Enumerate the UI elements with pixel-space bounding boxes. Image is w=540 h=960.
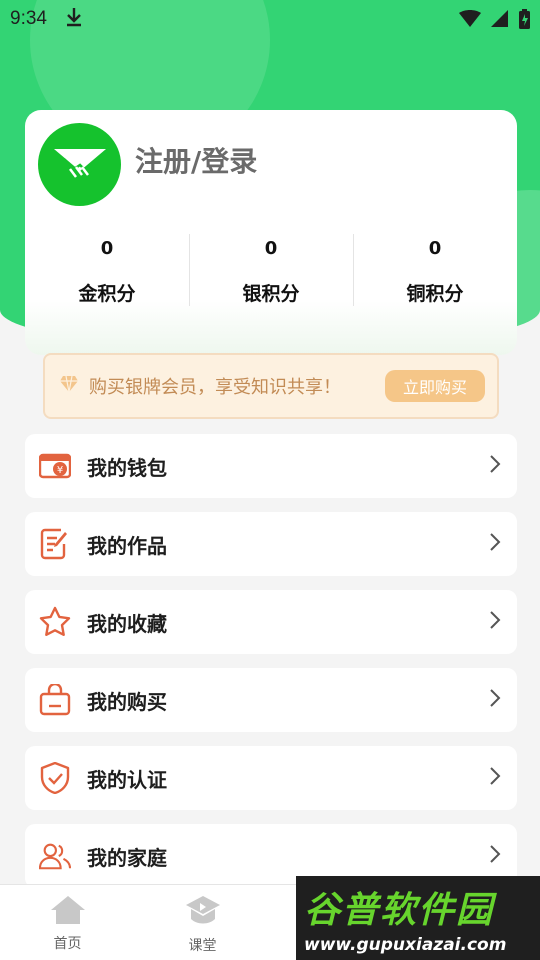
points-gold-value: 0 xyxy=(100,238,114,259)
menu-label: 我的认证 xyxy=(87,767,167,792)
chevron-right-icon xyxy=(489,844,501,868)
download-icon xyxy=(65,7,83,32)
nav-label: 首页 xyxy=(53,936,82,952)
points-row: 0 金积分 0 银积分 0 铜积分 xyxy=(25,230,517,310)
status-bar: 9:34 xyxy=(0,0,540,38)
points-copper-value: 0 xyxy=(428,238,442,259)
chevron-right-icon xyxy=(489,532,501,556)
status-time: 9:34 xyxy=(10,8,47,29)
handshake-icon xyxy=(53,148,106,178)
menu-label: 我的购买 xyxy=(87,689,167,714)
points-copper-label: 铜积分 xyxy=(406,283,464,305)
menu-label: 我的家庭 xyxy=(87,845,167,870)
menu-item-verification[interactable]: 我的认证 xyxy=(25,746,517,810)
menu-label: 我的作品 xyxy=(87,533,167,558)
points-copper[interactable]: 0 铜积分 xyxy=(353,230,517,310)
menu-label: 我的钱包 xyxy=(87,455,167,480)
shopping-bag-icon xyxy=(39,684,71,716)
home-icon xyxy=(50,895,86,929)
profile-card: 注册/登录 0 金积分 0 银积分 0 铜积分 xyxy=(25,110,517,355)
classroom-icon xyxy=(185,895,221,931)
svg-text:¥: ¥ xyxy=(57,465,63,476)
diamond-icon xyxy=(59,375,79,397)
shield-check-icon xyxy=(39,762,71,794)
menu-item-favorites[interactable]: 我的收藏 xyxy=(25,590,517,654)
watermark-url: www.gupuxiazai.com xyxy=(304,935,507,955)
document-edit-icon xyxy=(39,528,71,560)
watermark-title: 谷普软件园 xyxy=(304,890,495,931)
chevron-right-icon xyxy=(489,766,501,790)
points-silver-value: 0 xyxy=(264,238,278,259)
star-icon xyxy=(39,606,71,638)
nav-item-home[interactable]: 首页 xyxy=(0,885,135,960)
points-gold[interactable]: 0 金积分 xyxy=(25,230,189,310)
chevron-right-icon xyxy=(489,688,501,712)
menu-item-works[interactable]: 我的作品 xyxy=(25,512,517,576)
menu-item-wallet[interactable]: ¥ 我的钱包 xyxy=(25,434,517,498)
points-gold-label: 金积分 xyxy=(78,283,136,305)
promo-text: 购买银牌会员，享受知识共享！ xyxy=(89,377,341,398)
wifi-icon xyxy=(459,10,481,28)
family-icon xyxy=(39,840,71,872)
chevron-right-icon xyxy=(489,454,501,478)
watermark-logo: 谷普软件园 www.gupuxiazai.com xyxy=(296,876,540,960)
login-link[interactable]: 注册/登录 xyxy=(135,140,257,180)
points-silver[interactable]: 0 银积分 xyxy=(189,230,353,310)
menu-item-purchases[interactable]: 我的购买 xyxy=(25,668,517,732)
nav-item-classroom[interactable]: 课堂 xyxy=(135,885,270,960)
membership-promo-banner: 购买银牌会员，享受知识共享！ 立即购买 xyxy=(43,353,499,419)
battery-icon xyxy=(519,9,530,29)
chevron-right-icon xyxy=(489,610,501,634)
points-silver-label: 银积分 xyxy=(242,283,300,305)
menu-label: 我的收藏 xyxy=(87,611,167,636)
signal-icon xyxy=(491,10,509,28)
wallet-icon: ¥ xyxy=(39,450,71,482)
avatar[interactable] xyxy=(38,123,121,206)
buy-now-button[interactable]: 立即购买 xyxy=(384,370,485,402)
nav-label: 课堂 xyxy=(188,938,217,954)
